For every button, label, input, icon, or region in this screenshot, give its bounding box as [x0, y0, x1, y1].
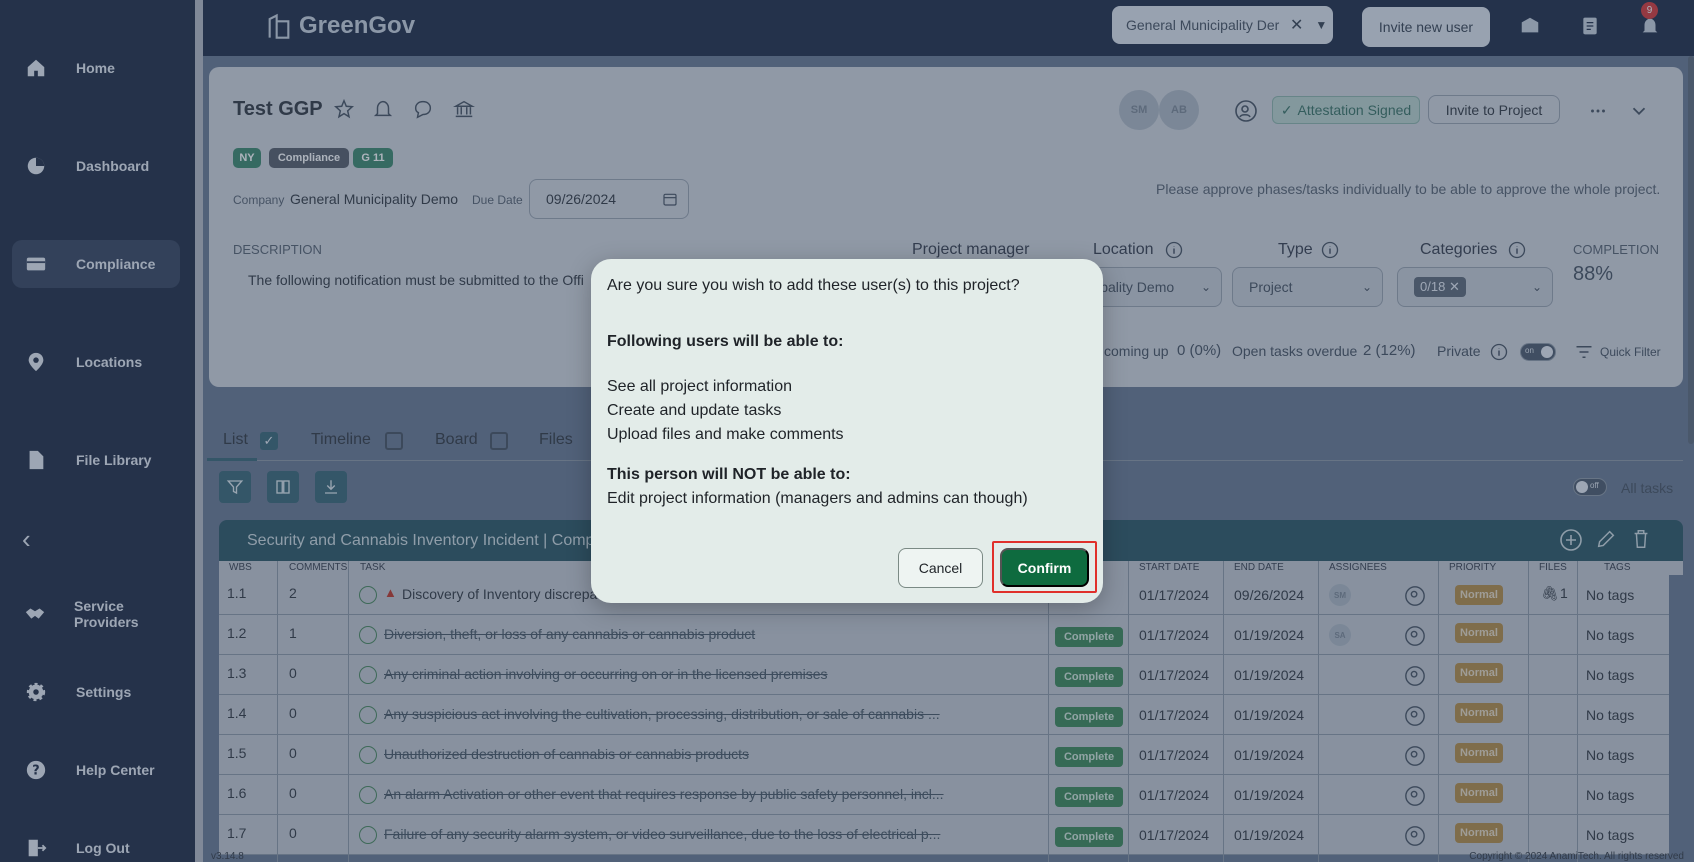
- confirm-button[interactable]: Confirm: [1000, 548, 1089, 587]
- can-item: Upload files and make comments: [607, 426, 844, 443]
- dialog-question: Are you sure you wish to add these user(…: [607, 277, 1020, 294]
- can-item: Create and update tasks: [607, 402, 782, 419]
- cannot-heading: This person will NOT be able to:: [607, 466, 851, 483]
- cancel-button[interactable]: Cancel: [898, 548, 983, 588]
- can-item: See all project information: [607, 378, 792, 395]
- cannot-item: Edit project information (managers and a…: [607, 490, 1028, 507]
- can-heading: Following users will be able to:: [607, 333, 844, 350]
